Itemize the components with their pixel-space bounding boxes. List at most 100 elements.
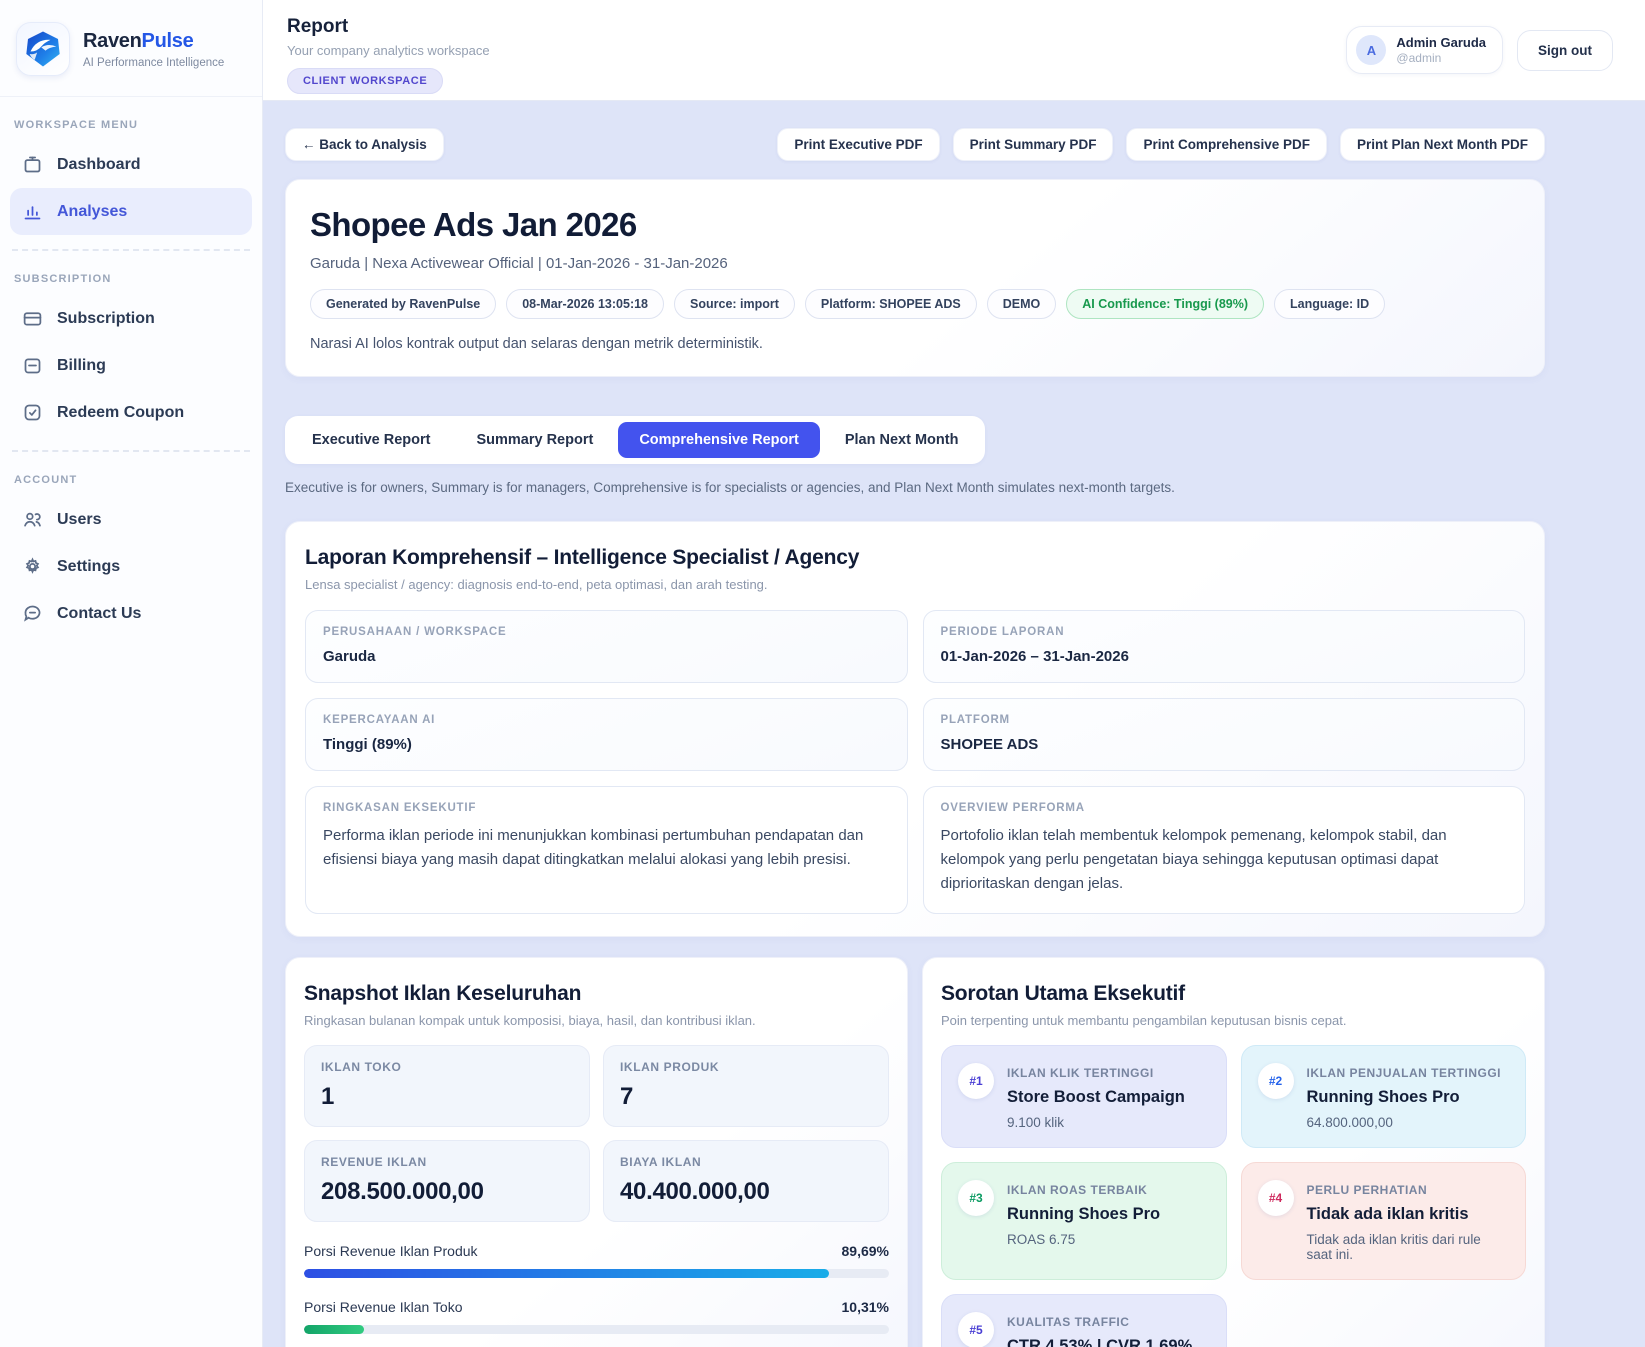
- tab-summary-report[interactable]: Summary Report: [455, 422, 614, 458]
- comprehensive-subtitle: Lensa specialist / agency: diagnosis end…: [305, 577, 1525, 592]
- source-badge: Source: import: [674, 289, 795, 319]
- report-badges: Generated by RavenPulse 08-Mar-2026 13:0…: [310, 289, 1520, 319]
- timestamp-badge: 08-Mar-2026 13:05:18: [506, 289, 664, 319]
- field-kepercayaan-ai: KEPERCAYAAN AI Tinggi (89%): [305, 698, 908, 771]
- comprehensive-title: Laporan Komprehensif – Intelligence Spec…: [305, 546, 1525, 570]
- sidebar: RavenPulse AI Performance Intelligence W…: [0, 0, 263, 1347]
- rank-badge: #2: [1258, 1063, 1294, 1099]
- section-label: WORKSPACE MENU: [10, 111, 252, 141]
- dashboard-icon: [22, 154, 43, 175]
- snapshot-title: Snapshot Iklan Keseluruhan: [304, 982, 889, 1006]
- sidebar-item-subscription[interactable]: Subscription: [10, 295, 252, 342]
- field-periode: PERIODE LAPORAN 01-Jan-2026 – 31-Jan-202…: [923, 610, 1526, 683]
- language-badge: Language: ID: [1274, 289, 1385, 319]
- demo-badge: DEMO: [987, 289, 1057, 319]
- tab-comprehensive-report[interactable]: Comprehensive Report: [618, 422, 820, 458]
- highlights-subtitle: Poin terpenting untuk membantu pengambil…: [941, 1013, 1526, 1028]
- highlights-card: Sorotan Utama Eksekutif Poin terpenting …: [922, 957, 1545, 1347]
- report-subtitle: Garuda | Nexa Activewear Official | 01-J…: [310, 255, 1520, 272]
- highlight-top-clicks: #1 IKLAN KLIK TERTINGGI Store Boost Camp…: [941, 1045, 1227, 1148]
- stat-iklan-toko: IKLAN TOKO 1: [304, 1045, 590, 1127]
- main-content: ← Back to Analysis Print Executive PDF P…: [263, 101, 1645, 1347]
- users-icon: [22, 509, 43, 530]
- print-comprehensive-pdf-button[interactable]: Print Comprehensive PDF: [1126, 128, 1327, 161]
- progress-fill: [304, 1325, 364, 1334]
- progress-porsi-revenue-toko: Porsi Revenue Iklan Toko 10,31%: [304, 1299, 889, 1334]
- header-right: A Admin Garuda @admin Sign out: [1346, 26, 1613, 74]
- highlight-traffic-quality: #5 KUALITAS TRAFFIC CTR 4,53% | CVR 1,69…: [941, 1294, 1227, 1347]
- tabs-caption: Executive is for owners, Summary is for …: [285, 480, 1545, 495]
- tab-executive-report[interactable]: Executive Report: [291, 422, 451, 458]
- highlight-best-roas: #3 IKLAN ROAS TERBAIK Running Shoes Pro …: [941, 1162, 1227, 1280]
- sidebar-item-analyses[interactable]: Analyses: [10, 188, 252, 235]
- snapshot-card: Snapshot Iklan Keseluruhan Ringkasan bul…: [285, 957, 908, 1347]
- user-handle: @admin: [1396, 51, 1486, 65]
- print-summary-pdf-button[interactable]: Print Summary PDF: [953, 128, 1114, 161]
- checkbox-icon: [22, 402, 43, 423]
- progress-fill: [304, 1269, 829, 1278]
- header-left: Report Your company analytics workspace …: [287, 16, 490, 94]
- avatar: A: [1356, 35, 1386, 65]
- rank-badge: #3: [958, 1180, 994, 1216]
- gear-icon: [22, 556, 43, 577]
- brand-text: RavenPulse AI Performance Intelligence: [83, 30, 224, 69]
- bottom-cards: Snapshot Iklan Keseluruhan Ringkasan bul…: [285, 957, 1545, 1347]
- back-to-analysis-button[interactable]: ← Back to Analysis: [285, 128, 444, 161]
- snapshot-stats: IKLAN TOKO 1 IKLAN PRODUK 7 REVENUE IKLA…: [304, 1045, 889, 1222]
- sidebar-item-users[interactable]: Users: [10, 496, 252, 543]
- rank-badge: #1: [958, 1063, 994, 1099]
- brand-tagline: AI Performance Intelligence: [83, 57, 224, 69]
- page-subtitle: Your company analytics workspace: [287, 43, 490, 58]
- section-label: ACCOUNT: [10, 466, 252, 496]
- sidebar-item-contact-us[interactable]: Contact Us: [10, 590, 252, 637]
- sidebar-item-dashboard[interactable]: Dashboard: [10, 141, 252, 188]
- rank-badge: #4: [1258, 1180, 1294, 1216]
- sidebar-section-workspace: WORKSPACE MENU Dashboard Analyses: [0, 97, 262, 237]
- sidebar-section-account: ACCOUNT Users Settings Contact Us: [0, 452, 262, 639]
- field-ringkasan-eksekutif: RINGKASAN EKSEKUTIF Performa iklan perio…: [305, 786, 908, 914]
- ravenpulse-logo-icon: [16, 22, 70, 76]
- platform-badge: Platform: SHOPEE ADS: [805, 289, 977, 319]
- report-title: Shopee Ads Jan 2026: [310, 206, 1520, 244]
- snapshot-subtitle: Ringkasan bulanan kompak untuk komposisi…: [304, 1013, 889, 1028]
- user-name: Admin Garuda: [1396, 35, 1486, 50]
- chat-bubble-icon: [22, 603, 43, 624]
- sidebar-item-redeem-coupon[interactable]: Redeem Coupon: [10, 389, 252, 436]
- highlight-top-sales: #2 IKLAN PENJUALAN TERTINGGI Running Sho…: [1241, 1045, 1527, 1148]
- report-header-card: Shopee Ads Jan 2026 Garuda | Nexa Active…: [285, 179, 1545, 377]
- billing-icon: [22, 355, 43, 376]
- field-overview-performa: OVERVIEW PERFORMA Portofolio iklan telah…: [923, 786, 1526, 914]
- ai-confidence-badge: AI Confidence: Tinggi (89%): [1066, 289, 1264, 319]
- report-tabs-wrap: Executive Report Summary Report Comprehe…: [285, 416, 1545, 495]
- field-perusahaan: PERUSAHAAN / WORKSPACE Garuda: [305, 610, 908, 683]
- workspace-badge: CLIENT WORKSPACE: [287, 68, 443, 94]
- report-note: Narasi AI lolos kontrak output dan selar…: [310, 336, 1520, 352]
- field-platform: PLATFORM SHOPEE ADS: [923, 698, 1526, 771]
- generated-by-badge: Generated by RavenPulse: [310, 289, 496, 319]
- credit-card-icon: [22, 308, 43, 329]
- stat-revenue-iklan: REVENUE IKLAN 208.500.000,00: [304, 1140, 590, 1222]
- page-title: Report: [287, 16, 490, 38]
- comprehensive-fields: PERUSAHAAN / WORKSPACE Garuda PERIODE LA…: [305, 610, 1525, 914]
- section-label: SUBSCRIPTION: [10, 265, 252, 295]
- progress-porsi-revenue-produk: Porsi Revenue Iklan Produk 89,69%: [304, 1243, 889, 1278]
- sign-out-button[interactable]: Sign out: [1517, 30, 1613, 71]
- report-tabs: Executive Report Summary Report Comprehe…: [285, 416, 985, 464]
- stat-biaya-iklan: BIAYA IKLAN 40.400.000,00: [603, 1140, 889, 1222]
- sidebar-item-settings[interactable]: Settings: [10, 543, 252, 590]
- top-header: Report Your company analytics workspace …: [263, 0, 1645, 101]
- rank-badge: #5: [958, 1312, 994, 1347]
- bar-chart-icon: [22, 201, 43, 222]
- sidebar-section-subscription: SUBSCRIPTION Subscription Billing Redeem…: [0, 251, 262, 438]
- progress-track: [304, 1269, 889, 1278]
- sidebar-item-billing[interactable]: Billing: [10, 342, 252, 389]
- print-buttons: Print Executive PDF Print Summary PDF Pr…: [777, 128, 1545, 161]
- print-executive-pdf-button[interactable]: Print Executive PDF: [777, 128, 939, 161]
- user-menu[interactable]: A Admin Garuda @admin: [1346, 26, 1503, 74]
- report-toolbar: ← Back to Analysis Print Executive PDF P…: [285, 128, 1545, 161]
- highlights-grid: #1 IKLAN KLIK TERTINGGI Store Boost Camp…: [941, 1045, 1526, 1347]
- tab-plan-next-month[interactable]: Plan Next Month: [824, 422, 980, 458]
- stat-iklan-produk: IKLAN PRODUK 7: [603, 1045, 889, 1127]
- print-plan-next-month-pdf-button[interactable]: Print Plan Next Month PDF: [1340, 128, 1545, 161]
- progress-track: [304, 1325, 889, 1334]
